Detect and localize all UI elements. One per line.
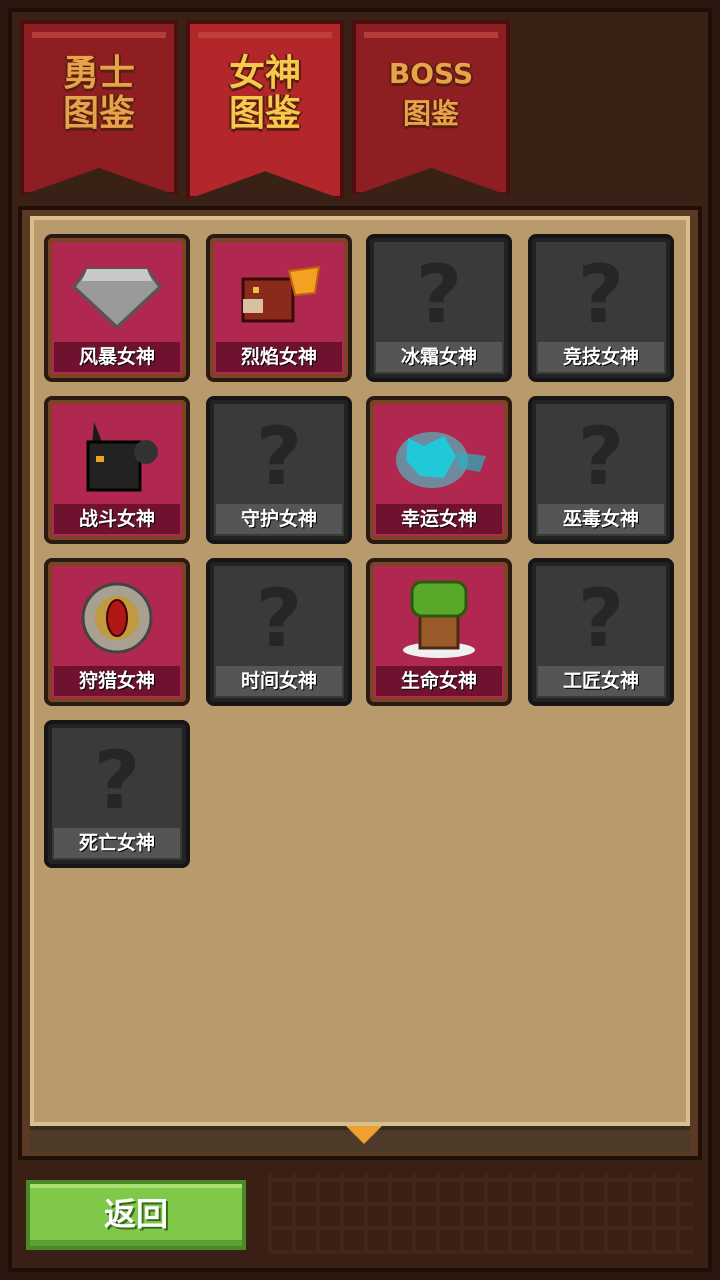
goddess-card-arena[interactable]: ? 竞技女神: [528, 234, 674, 382]
goddess-name: 竞技女神: [538, 342, 664, 372]
question-mark-icon: ?: [577, 571, 625, 665]
goddess-card-life[interactable]: 生命女神: [366, 558, 512, 706]
goddess-card-storm[interactable]: 风暴女神: [44, 234, 190, 382]
goddess-name: 巫毒女神: [538, 504, 664, 534]
tab-label: 勇士 图鉴: [62, 53, 135, 134]
back-button[interactable]: 返回: [26, 1180, 246, 1250]
goddess-card-time[interactable]: ? 时间女神: [206, 558, 352, 706]
goddess-card-hunt[interactable]: 狩猎女神: [44, 558, 190, 706]
goddess-card-voodoo[interactable]: ? 巫毒女神: [528, 396, 674, 544]
tab-band: [364, 32, 498, 38]
question-mark-icon: ?: [255, 571, 303, 665]
tab-label: BOSS 图鉴: [388, 57, 474, 130]
tab-label: 女神 图鉴: [228, 53, 301, 134]
question-mark-icon: ?: [93, 733, 141, 827]
diamond-icon: [58, 246, 176, 342]
goddess-name: 风暴女神: [54, 342, 180, 372]
goddess-name: 生命女神: [376, 666, 502, 696]
cyan-spirit-icon: [380, 408, 498, 504]
question-mark-icon: ?: [577, 409, 625, 503]
goddess-name: 死亡女神: [54, 828, 180, 858]
goddess-name: 烈焰女神: [216, 342, 342, 372]
goddess-card-guardian[interactable]: ? 守护女神: [206, 396, 352, 544]
footer-pattern: [268, 1174, 694, 1254]
scroll-down-arrow-icon[interactable]: [346, 1126, 382, 1144]
goddess-card-craftsman[interactable]: ? 工匠女神: [528, 558, 674, 706]
tab-band: [32, 32, 166, 38]
goddess-card-battle[interactable]: 战斗女神: [44, 396, 190, 544]
black-cat-icon: [58, 408, 176, 504]
goddess-card-death[interactable]: ? 死亡女神: [44, 720, 190, 868]
goddess-card-luck[interactable]: 幸运女神: [366, 396, 512, 544]
goddess-name: 冰霜女神: [376, 342, 502, 372]
goddess-name: 狩猎女神: [54, 666, 180, 696]
goddess-card-flame[interactable]: 烈焰女神: [206, 234, 352, 382]
tree-icon: [380, 570, 498, 666]
eye-crest-icon: [58, 570, 176, 666]
question-mark-icon: ?: [577, 247, 625, 341]
fire-beast-icon: [220, 246, 338, 342]
goddess-name: 工匠女神: [538, 666, 664, 696]
goddess-card-frost[interactable]: ? 冰霜女神: [366, 234, 512, 382]
goddess-name: 守护女神: [216, 504, 342, 534]
question-mark-icon: ?: [415, 247, 463, 341]
tab-band: [198, 32, 332, 38]
goddess-name: 战斗女神: [54, 504, 180, 534]
goddess-name: 时间女神: [216, 666, 342, 696]
question-mark-icon: ?: [255, 409, 303, 503]
goddess-name: 幸运女神: [376, 504, 502, 534]
